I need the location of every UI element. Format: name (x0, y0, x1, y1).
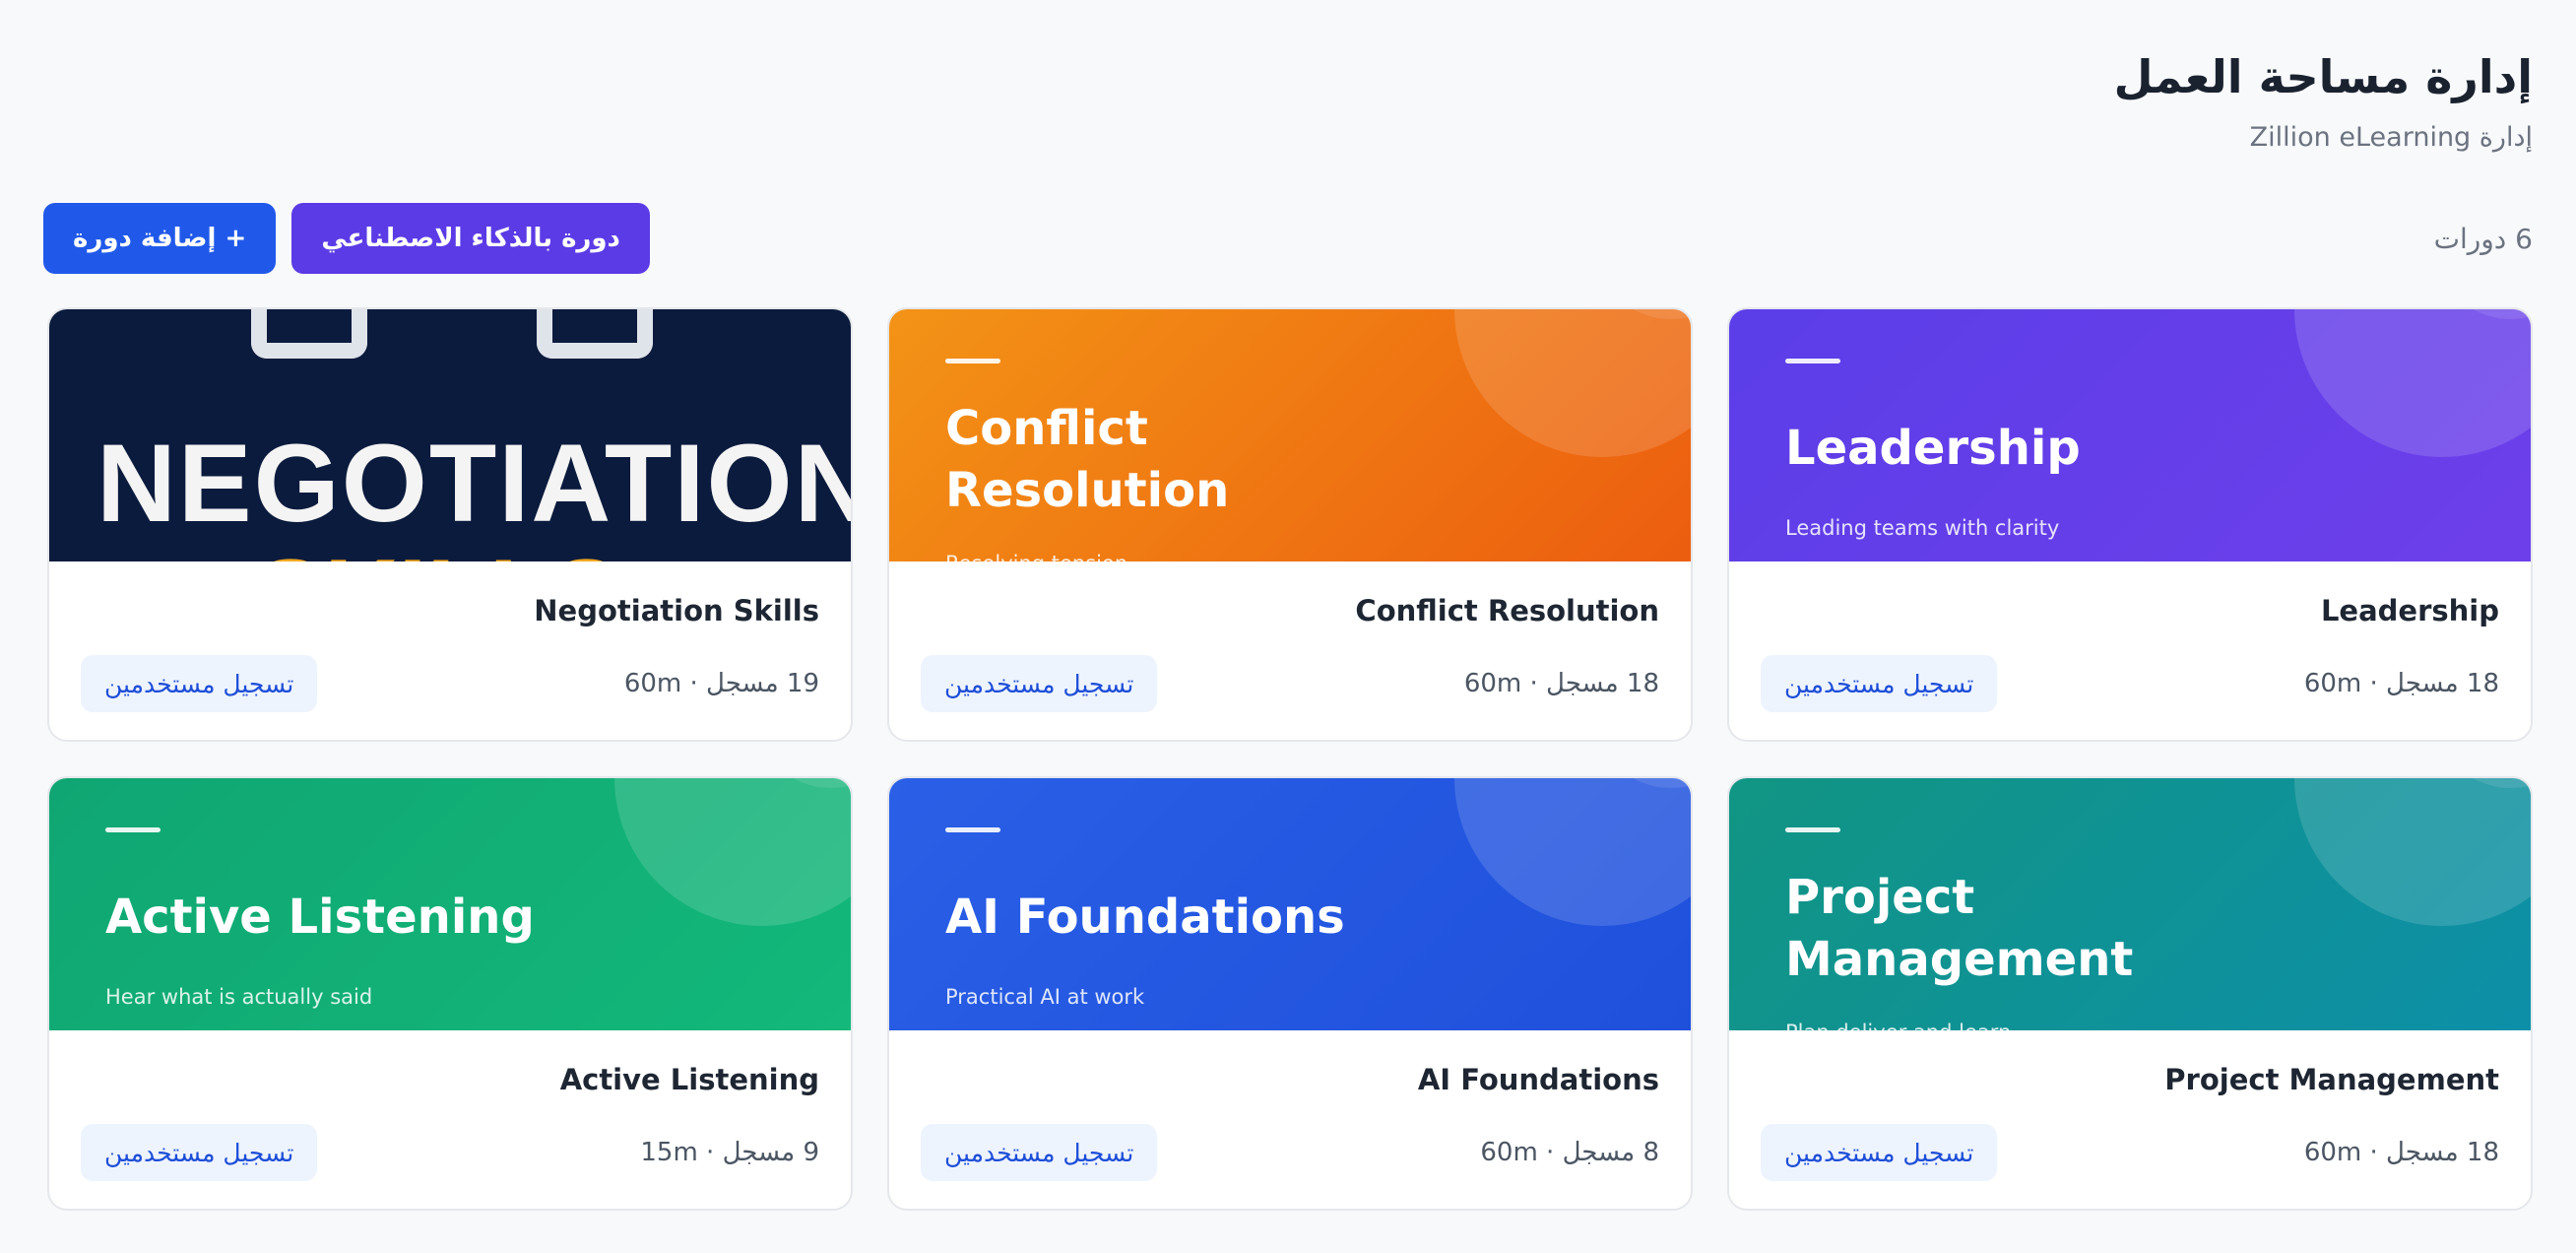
cover-title-line: Conflict (945, 401, 1148, 456)
cover-title-line: Resolution (945, 463, 1230, 518)
cover-accent-bar (945, 359, 1000, 363)
cover-accent-bar (1785, 359, 1840, 363)
course-card-body: Active Listening 9 مسجل · 15m تسجيل مستخ… (49, 1030, 851, 1181)
course-meta: 18 مسجل · 60m (1463, 669, 1659, 698)
cover-title-line: Leadership (1785, 421, 2081, 476)
course-name: Project Management (2164, 1063, 2499, 1096)
cover-accent-bar (945, 827, 1000, 832)
course-card-footer: 9 مسجل · 15m تسجيل مستخدمين (81, 1124, 819, 1181)
page-title: إدارة مساحة العمل (2113, 50, 2533, 103)
course-card-footer: 8 مسجل · 60m تسجيل مستخدمين (921, 1124, 1659, 1181)
cover-image-word: SKILLS (256, 538, 620, 561)
course-card-active-listening[interactable]: Active Listening Hear what is actually s… (47, 776, 853, 1211)
course-card-ai-foundations[interactable]: AI Foundations Practical AI at work AI F… (887, 776, 1693, 1211)
workspace-admin-page: إدارة مساحة العمل إدارة Zillion eLearnin… (0, 0, 2576, 1253)
course-cover: Active Listening Hear what is actually s… (49, 778, 851, 1030)
course-count: 6 دورات (2433, 222, 2533, 255)
course-name: Leadership (2320, 594, 2499, 627)
cover-title: Conflict Resolution (945, 398, 1533, 522)
course-card-leadership[interactable]: Leadership Leading teams with clarity Le… (1727, 307, 2533, 742)
course-card-project-management[interactable]: Project Management Plan deliver and lear… (1727, 776, 2533, 1211)
cover-graphic (251, 309, 367, 359)
cover-title: Leadership (1785, 418, 2373, 480)
course-card-footer: 18 مسجل · 60m تسجيل مستخدمين (1761, 655, 2499, 712)
cover-title: Active Listening (105, 887, 693, 949)
course-name: Active Listening (559, 1063, 819, 1096)
course-card-negotiation-skills[interactable]: NEGOTIATION SKILLS Negotiation Skills 19… (47, 307, 853, 742)
course-meta: 19 مسجل · 60m (623, 669, 819, 698)
course-meta: 18 مسجل · 60m (2303, 1138, 2499, 1167)
cover-tagline: Practical AI at work (945, 985, 1145, 1009)
enroll-users-button[interactable]: تسجيل مستخدمين (1761, 655, 1998, 712)
course-name: Negotiation Skills (534, 594, 819, 627)
enroll-users-button[interactable]: تسجيل مستخدمين (81, 655, 318, 712)
course-card-conflict-resolution[interactable]: Conflict Resolution Resolving tension Co… (887, 307, 1693, 742)
course-meta: 8 مسجل · 60m (1480, 1138, 1659, 1167)
cover-title: Project Management (1785, 867, 2373, 991)
enroll-users-button[interactable]: تسجيل مستخدمين (81, 1124, 318, 1181)
course-cover: Project Management Plan deliver and lear… (1729, 778, 2531, 1030)
course-card-footer: 18 مسجل · 60m تسجيل مستخدمين (921, 655, 1659, 712)
enroll-users-button[interactable]: تسجيل مستخدمين (921, 655, 1158, 712)
page-subtitle: إدارة Zillion eLearning (2249, 122, 2533, 153)
toolbar-actions: + إضافة دورة دورة بالذكاء الاصطناعي (43, 203, 650, 274)
cover-title-line: AI Foundations (945, 890, 1345, 945)
cover-accent-bar (105, 827, 161, 832)
cover-image-word: NEGOTIATION (97, 422, 851, 545)
course-cover-image: NEGOTIATION SKILLS (49, 309, 851, 561)
cover-tagline: Hear what is actually said (105, 985, 373, 1009)
course-card-body: Project Management 18 مسجل · 60m تسجيل م… (1729, 1030, 2531, 1181)
course-card-body: Negotiation Skills 19 مسجل · 60m تسجيل م… (49, 561, 851, 712)
course-name: Conflict Resolution (1355, 594, 1659, 627)
cover-graphic (537, 309, 653, 359)
course-meta: 18 مسجل · 60m (2303, 669, 2499, 698)
cover-title-line: Project (1785, 870, 1975, 925)
enroll-users-button[interactable]: تسجيل مستخدمين (921, 1124, 1158, 1181)
course-name: AI Foundations (1417, 1063, 1659, 1096)
course-cover: Leadership Leading teams with clarity (1729, 309, 2531, 561)
course-card-footer: 19 مسجل · 60m تسجيل مستخدمين (81, 655, 819, 712)
cover-accent-bar (1785, 827, 1840, 832)
add-course-button[interactable]: + إضافة دورة (43, 203, 277, 274)
cover-tagline: Resolving tension (945, 552, 1127, 561)
cover-title-line: Active Listening (105, 890, 535, 945)
course-cover: AI Foundations Practical AI at work (889, 778, 1691, 1030)
course-cover: Conflict Resolution Resolving tension (889, 309, 1691, 561)
course-grid: Leadership Leading teams with clarity Le… (43, 307, 2533, 1211)
enroll-users-button[interactable]: تسجيل مستخدمين (1761, 1124, 1998, 1181)
course-card-body: Conflict Resolution 18 مسجل · 60m تسجيل … (889, 561, 1691, 712)
page-header: إدارة مساحة العمل إدارة Zillion eLearnin… (43, 43, 2533, 158)
cover-tagline: Leading teams with clarity (1785, 516, 2060, 540)
ai-course-button[interactable]: دورة بالذكاء الاصطناعي (291, 203, 650, 274)
course-card-body: AI Foundations 8 مسجل · 60m تسجيل مستخدم… (889, 1030, 1691, 1181)
cover-tagline: Plan deliver and learn (1785, 1021, 2011, 1030)
courses-toolbar: 6 دورات + إضافة دورة دورة بالذكاء الاصطن… (43, 203, 2533, 274)
cover-title: AI Foundations (945, 887, 1533, 949)
course-meta: 9 مسجل · 15m (640, 1138, 819, 1167)
cover-title-line: Management (1785, 932, 2134, 987)
course-card-footer: 18 مسجل · 60m تسجيل مستخدمين (1761, 1124, 2499, 1181)
course-card-body: Leadership 18 مسجل · 60m تسجيل مستخدمين (1729, 561, 2531, 712)
